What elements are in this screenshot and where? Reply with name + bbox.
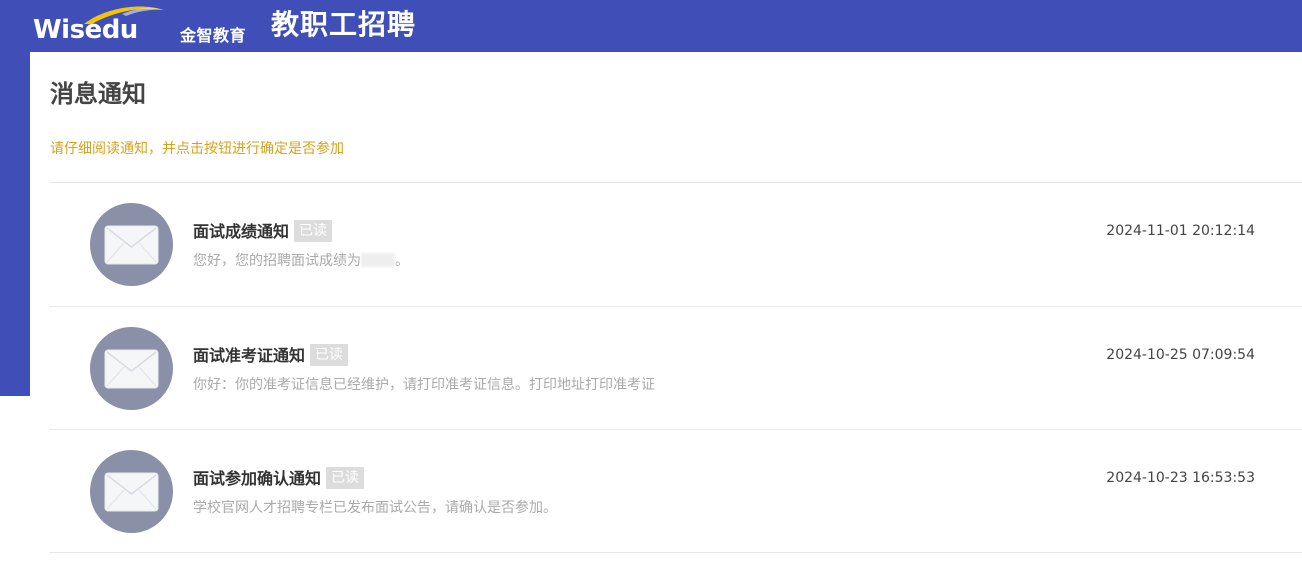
logo-chinese-name: 金智教育 — [180, 26, 247, 45]
message-timestamp: 2024-10-23 16:53:53 — [1106, 470, 1255, 486]
message-avatar — [90, 450, 173, 533]
page-root: Wisedu 金智教育 教职工招聘 消息通知 请仔细阅读通知，并点击按钮进行确定… — [0, 0, 1302, 565]
message-item[interactable]: 面试参加确认通知 已读 学校官网人才招聘专栏已发布面试公告，请确认是否参加。 2… — [49, 430, 1302, 553]
message-title-text: 面试参加确认通知 — [193, 468, 322, 488]
message-item[interactable]: 面试准考证通知 已读 你好：你的准考证信息已经维护，请打印准考证信息。打印地址打… — [49, 307, 1302, 430]
message-timestamp: 2024-10-25 07:09:54 — [1106, 347, 1255, 363]
top-header: Wisedu 金智教育 教职工招聘 — [0, 0, 1302, 52]
message-body: 你好：你的准考证信息已经维护，请打印准考证信息。打印地址打印准考证 — [193, 377, 655, 393]
read-status-badge: 已读 — [310, 344, 349, 367]
message-title: 面试参加确认通知 已读 — [193, 467, 365, 490]
message-body: 学校官网人才招聘专栏已发布面试公告，请确认是否参加。 — [193, 500, 557, 516]
message-item[interactable]: 面试成绩通知 已读 您好，您的招聘面试成绩为 。 2024-11-01 20:12… — [49, 183, 1302, 306]
message-title-text: 面试准考证通知 — [193, 345, 306, 365]
message-title: 面试成绩通知 已读 — [193, 220, 333, 243]
instruction-hint: 请仔细阅读通知，并点击按钮进行确定是否参加 — [50, 141, 344, 157]
wisedu-logo[interactable]: Wisedu 金智教育 — [0, 0, 260, 52]
envelope-icon — [104, 225, 159, 265]
envelope-icon — [104, 349, 159, 389]
redacted-score — [361, 253, 395, 267]
message-panel: 消息通知 请仔细阅读通知，并点击按钮进行确定是否参加 面试成绩通知 已读 您好，… — [30, 52, 1302, 565]
page-title: 消息通知 — [50, 80, 146, 108]
envelope-icon — [104, 472, 159, 512]
read-status-badge: 已读 — [294, 220, 333, 243]
message-title-text: 面试成绩通知 — [193, 221, 290, 241]
message-body: 您好，您的招聘面试成绩为 。 — [193, 253, 409, 270]
message-avatar — [90, 327, 173, 410]
message-title: 面试准考证通知 已读 — [193, 344, 349, 367]
read-status-badge: 已读 — [326, 467, 365, 490]
divider — [49, 552, 1302, 553]
message-timestamp: 2024-11-01 20:12:14 — [1106, 223, 1255, 239]
logo-wordmark: Wisedu — [33, 15, 138, 45]
message-body-text: 您好，您的招聘面试成绩为 — [193, 253, 361, 269]
app-title: 教职工招聘 — [271, 8, 417, 41]
message-body-suffix: 。 — [395, 253, 409, 269]
message-avatar — [90, 203, 173, 286]
